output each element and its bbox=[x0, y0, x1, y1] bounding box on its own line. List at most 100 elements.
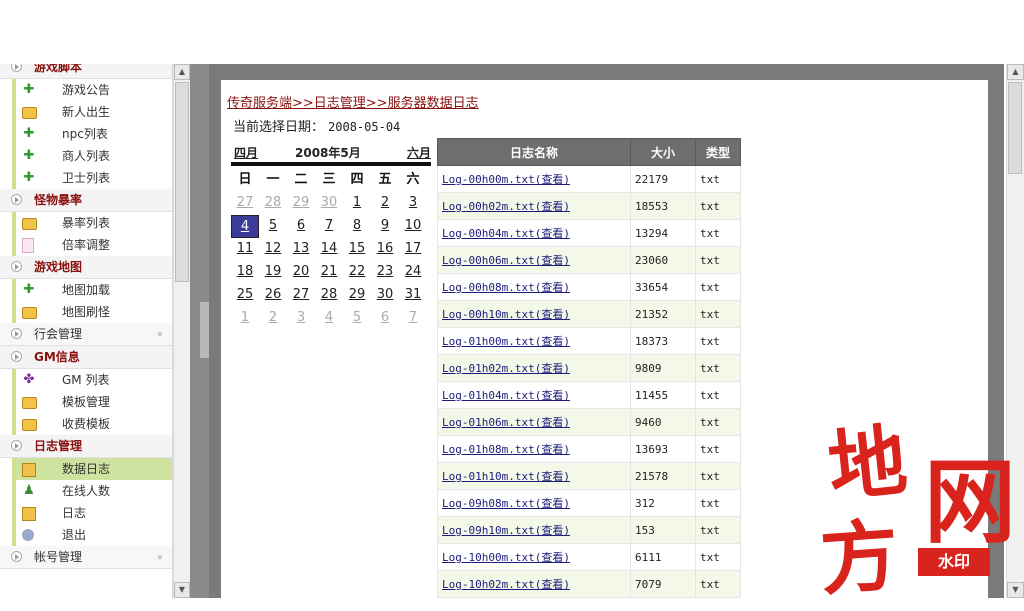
log-icon bbox=[22, 463, 36, 477]
calendar-day[interactable]: 3 bbox=[399, 192, 427, 215]
sidebar-section-2[interactable]: 游戏地图 bbox=[0, 256, 172, 279]
sidebar-section-5[interactable]: 日志管理 bbox=[0, 435, 172, 458]
calendar-day[interactable]: 19 bbox=[259, 261, 287, 284]
calendar-day[interactable]: 5 bbox=[259, 215, 287, 238]
sidebar-item[interactable]: 日志 bbox=[12, 502, 172, 524]
log-file-link[interactable]: Log-01h10m.txt(查看) bbox=[437, 462, 631, 490]
sidebar-item[interactable]: 数据日志 bbox=[12, 458, 172, 480]
log-type-cell: txt bbox=[695, 381, 741, 409]
sidebar-scrollbar[interactable]: ▲ ▼ bbox=[173, 64, 190, 598]
calendar-day[interactable]: 3 bbox=[287, 307, 315, 330]
content-scroll-thumb[interactable] bbox=[1008, 82, 1022, 174]
log-file-link[interactable]: Log-01h04m.txt(查看) bbox=[437, 381, 631, 409]
calendar-day-selected[interactable]: 4 bbox=[231, 215, 259, 238]
prev-month-link[interactable]: 四月 bbox=[234, 144, 258, 161]
calendar-day[interactable]: 16 bbox=[371, 238, 399, 261]
log-file-link[interactable]: Log-00h02m.txt(查看) bbox=[437, 192, 631, 220]
table-row: Log-09h08m.txt(查看) 312 txt bbox=[437, 489, 741, 517]
calendar-day[interactable]: 2 bbox=[259, 307, 287, 330]
sidebar-scroll-down-arrow[interactable]: ▼ bbox=[174, 582, 190, 598]
sidebar-item[interactable]: ✚ 游戏公告 bbox=[12, 79, 172, 101]
sidebar-item[interactable]: ✚ 地图加载 bbox=[12, 279, 172, 301]
sidebar-item[interactable]: 地图刷怪 bbox=[12, 301, 172, 323]
calendar-day[interactable]: 23 bbox=[371, 261, 399, 284]
calendar-day[interactable]: 22 bbox=[343, 261, 371, 284]
calendar-day[interactable]: 20 bbox=[287, 261, 315, 284]
calendar-day[interactable]: 8 bbox=[343, 215, 371, 238]
calendar-day[interactable]: 6 bbox=[371, 307, 399, 330]
calendar-day[interactable]: 7 bbox=[399, 307, 427, 330]
log-file-link[interactable]: Log-00h00m.txt(查看) bbox=[437, 165, 631, 193]
calendar-day[interactable]: 29 bbox=[343, 284, 371, 307]
calendar-day[interactable]: 30 bbox=[371, 284, 399, 307]
calendar-day[interactable]: 30 bbox=[315, 192, 343, 215]
calendar-day[interactable]: 15 bbox=[343, 238, 371, 261]
calendar-day[interactable]: 24 bbox=[399, 261, 427, 284]
content-scroll-up-arrow[interactable]: ▲ bbox=[1007, 64, 1024, 80]
content-scroll-down-arrow[interactable]: ▼ bbox=[1007, 582, 1024, 598]
sidebar-section-1[interactable]: 怪物暴率 bbox=[0, 189, 172, 212]
calendar-day[interactable]: 28 bbox=[259, 192, 287, 215]
calendar-day[interactable]: 5 bbox=[343, 307, 371, 330]
calendar-day[interactable]: 21 bbox=[315, 261, 343, 284]
sidebar-scroll-up-arrow[interactable]: ▲ bbox=[174, 64, 190, 80]
calendar-day[interactable]: 17 bbox=[399, 238, 427, 261]
calendar-day[interactable]: 12 bbox=[259, 238, 287, 261]
calendar-day[interactable]: 18 bbox=[231, 261, 259, 284]
calendar-day[interactable]: 25 bbox=[231, 284, 259, 307]
calendar-day[interactable]: 1 bbox=[343, 192, 371, 215]
next-month-link[interactable]: 六月 bbox=[407, 144, 431, 161]
breadcrumb[interactable]: 传奇服务端>>日志管理>>服务器数据日志 bbox=[227, 92, 479, 111]
column-header-name: 日志名称 bbox=[437, 138, 631, 166]
log-file-link[interactable]: Log-10h00m.txt(查看) bbox=[437, 543, 631, 571]
calendar-day[interactable]: 4 bbox=[315, 307, 343, 330]
calendar-day[interactable]: 9 bbox=[371, 215, 399, 238]
log-file-link[interactable]: Log-09h10m.txt(查看) bbox=[437, 516, 631, 544]
sidebar-item[interactable]: 倍率调整 bbox=[12, 234, 172, 256]
frame-splitter[interactable] bbox=[190, 64, 209, 598]
log-file-link[interactable]: Log-01h06m.txt(查看) bbox=[437, 408, 631, 436]
calendar-day[interactable]: 6 bbox=[287, 215, 315, 238]
log-file-link[interactable]: Log-01h00m.txt(查看) bbox=[437, 327, 631, 355]
sidebar-item[interactable]: ✚ 卫士列表 bbox=[12, 167, 172, 189]
sidebar-section-6[interactable]: 帐号管理 » bbox=[0, 546, 172, 569]
log-file-link[interactable]: Log-00h04m.txt(查看) bbox=[437, 219, 631, 247]
calendar-day[interactable]: 26 bbox=[259, 284, 287, 307]
log-file-link[interactable]: Log-00h08m.txt(查看) bbox=[437, 273, 631, 301]
column-header-type: 类型 bbox=[695, 138, 741, 166]
log-file-link[interactable]: Log-09h08m.txt(查看) bbox=[437, 489, 631, 517]
splitter-grip[interactable] bbox=[200, 302, 209, 358]
calendar-day[interactable]: 29 bbox=[287, 192, 315, 215]
calendar-day[interactable]: 31 bbox=[399, 284, 427, 307]
calendar-day[interactable]: 28 bbox=[315, 284, 343, 307]
calendar-day[interactable]: 27 bbox=[231, 192, 259, 215]
sidebar-item[interactable]: 暴率列表 bbox=[12, 212, 172, 234]
log-file-link[interactable]: Log-10h02m.txt(查看) bbox=[437, 570, 631, 598]
log-file-link[interactable]: Log-01h08m.txt(查看) bbox=[437, 435, 631, 463]
sidebar-item[interactable]: ✚ 商人列表 bbox=[12, 145, 172, 167]
calendar-day[interactable]: 1 bbox=[231, 307, 259, 330]
sidebar-item[interactable]: ✚ npc列表 bbox=[12, 123, 172, 145]
sidebar-section-4[interactable]: GM信息 bbox=[0, 346, 172, 369]
calendar-day[interactable]: 2 bbox=[371, 192, 399, 215]
sidebar-item[interactable]: 模板管理 bbox=[12, 391, 172, 413]
calendar-day[interactable]: 7 bbox=[315, 215, 343, 238]
sidebar-section-0[interactable]: 游戏脚本 bbox=[0, 64, 172, 79]
log-file-link[interactable]: Log-00h06m.txt(查看) bbox=[437, 246, 631, 274]
calendar-day[interactable]: 11 bbox=[231, 238, 259, 261]
log-size-cell: 21352 bbox=[630, 300, 696, 328]
sidebar-item[interactable]: 收费模板 bbox=[12, 413, 172, 435]
sidebar-item[interactable]: ♟ 在线人数 bbox=[12, 480, 172, 502]
calendar-day[interactable]: 10 bbox=[399, 215, 427, 238]
sidebar-section-3[interactable]: 行会管理 » bbox=[0, 323, 172, 346]
sidebar-item[interactable]: 退出 bbox=[12, 524, 172, 546]
sidebar-scroll-thumb[interactable] bbox=[175, 82, 189, 282]
calendar-day[interactable]: 27 bbox=[287, 284, 315, 307]
sidebar-item[interactable]: ✤ GM 列表 bbox=[12, 369, 172, 391]
calendar-day[interactable]: 14 bbox=[315, 238, 343, 261]
calendar-day[interactable]: 13 bbox=[287, 238, 315, 261]
sidebar-item[interactable]: 新人出生 bbox=[12, 101, 172, 123]
log-file-link[interactable]: Log-01h02m.txt(查看) bbox=[437, 354, 631, 382]
log-file-link[interactable]: Log-00h10m.txt(查看) bbox=[437, 300, 631, 328]
log-type-cell: txt bbox=[695, 543, 741, 571]
